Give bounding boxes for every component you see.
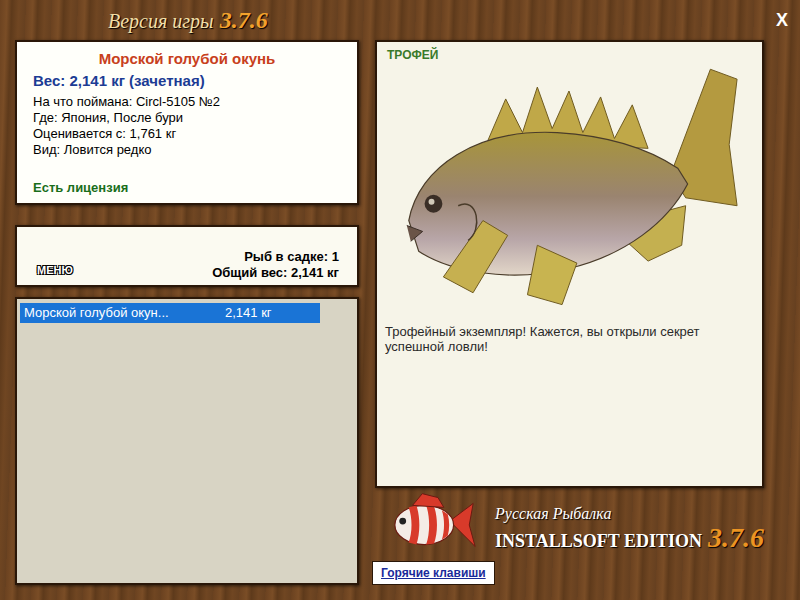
detail-line: Где: Япония, После бури bbox=[33, 110, 341, 126]
fish-count: Рыб в садке: 1 bbox=[244, 249, 339, 265]
title-bar: Версия игры3.7.6 X bbox=[0, 0, 800, 40]
trophy-description: Трофейный экземпляр! Кажется, вы открыли… bbox=[377, 324, 747, 354]
logo: Русская Рыбалка INSTALLSOFT EDITION 3.7.6 bbox=[375, 488, 764, 560]
logo-title: Русская Рыбалка bbox=[495, 504, 764, 524]
right-column: ТРОФЕЙ Трофейный экземпляр! Кажется, вы о… bbox=[375, 40, 764, 600]
fish-details: На что поймана: Circl-5105 №2Где: Япония… bbox=[17, 94, 357, 158]
content: Морской голубой окуньВес: 2,141 кг (заче… bbox=[0, 40, 800, 600]
fish-card: Морской голубой окуньВес: 2,141 кг (заче… bbox=[15, 40, 359, 205]
fish-picture bbox=[377, 56, 762, 306]
menu-button[interactable]: МЕНЮ bbox=[35, 262, 75, 279]
fish-weight: Вес: 2,141 кг (зачетная) bbox=[17, 71, 357, 91]
detail-line: Вид: Ловится редко bbox=[33, 142, 341, 158]
window-title: Версия игры3.7.6 bbox=[108, 2, 268, 38]
logo-version: 3.7.6 bbox=[708, 524, 764, 552]
fish-name: Морской голубой окунь bbox=[17, 42, 357, 71]
total-weight: Общий вес: 2,141 кг bbox=[212, 265, 339, 281]
fish-icon bbox=[389, 56, 745, 306]
logo-fish-icon bbox=[389, 491, 477, 557]
catch-list-item[interactable]: Морской голубой окун...2,141 кг bbox=[20, 303, 320, 323]
detail-line: Оценивается с: 1,761 кг bbox=[33, 126, 341, 142]
close-button[interactable]: X bbox=[776, 11, 788, 29]
catch-list: Морской голубой окун...2,141 кг bbox=[15, 297, 359, 585]
logo-edition: INSTALLSOFT EDITION bbox=[495, 530, 702, 552]
license-status: Есть лицензия bbox=[17, 178, 357, 198]
cage-panel: МЕНЮ Рыб в садке: 1Общий вес: 2,141 кг bbox=[15, 225, 359, 287]
hotkeys-button[interactable]: Горячие клавиши bbox=[372, 561, 495, 585]
detail-line: На что поймана: Circl-5105 №2 bbox=[33, 94, 341, 110]
left-column: Морской голубой окуньВес: 2,141 кг (заче… bbox=[15, 40, 359, 600]
trophy-panel: ТРОФЕЙ Трофейный экземпляр! Кажется, вы о… bbox=[375, 40, 764, 488]
game-window: Версия игры3.7.6 X Морской голубой окуньВе… bbox=[0, 0, 800, 600]
trophy-badge: ТРОФЕЙ bbox=[377, 42, 762, 64]
